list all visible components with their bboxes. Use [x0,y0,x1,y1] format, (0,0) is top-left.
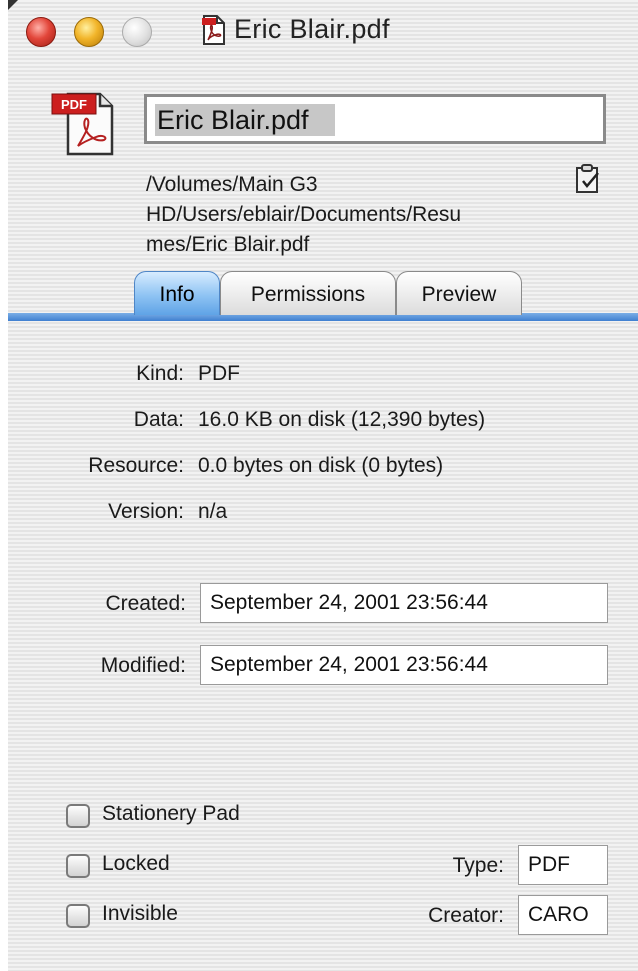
modified-field[interactable]: September 24, 2001 23:56:44 [200,645,608,685]
creator-field[interactable]: CARO [518,895,608,935]
invisible-label: Invisible [102,902,178,925]
pdf-document-icon[interactable]: PDF [50,90,120,158]
data-label: Data: [133,408,184,431]
invisible-checkbox[interactable] [66,904,90,928]
tab-info[interactable]: Info [134,271,220,315]
version-label: Version: [108,500,184,523]
created-label: Created: [105,592,186,615]
modified-label: Modified: [100,654,186,677]
kind-label: Kind: [136,362,184,385]
locked-checkbox[interactable] [66,854,90,878]
path-line: mes/Eric Blair.pdf [146,233,310,256]
close-button-icon[interactable] [26,17,56,47]
get-info-window: Eric Blair.pdf PDF /Volumes/Main G3 HD/U… [8,0,638,971]
window-title: Eric Blair.pdf [234,14,390,44]
clipboard-icon[interactable] [574,163,602,195]
type-label: Type: [452,854,504,877]
pdf-badge-text: PDF [61,97,87,112]
title-bar[interactable]: Eric Blair.pdf [8,0,638,62]
tab-preview[interactable]: Preview [396,271,522,315]
path-line: HD/Users/eblair/Documents/Resu [146,203,462,226]
path-line: /Volumes/Main G3 [146,173,318,196]
resource-value: 0.0 bytes on disk (0 bytes) [198,454,444,477]
created-field[interactable]: September 24, 2001 23:56:44 [200,583,608,623]
file-name-field[interactable] [144,94,606,144]
resource-label: Resource: [88,454,184,477]
stationery-pad-label: Stationery Pad [102,802,240,825]
minimize-button-icon[interactable] [74,17,104,47]
type-field[interactable]: PDF [518,845,608,885]
kind-value: PDF [198,362,240,385]
zoom-button-icon[interactable] [122,17,152,47]
stationery-pad-checkbox[interactable] [66,804,90,828]
creator-label: Creator: [428,904,504,927]
locked-label: Locked [102,852,170,875]
tab-permissions[interactable]: Permissions [220,271,396,315]
title-pdf-icon [202,15,225,45]
data-value: 16.0 KB on disk (12,390 bytes) [198,408,486,431]
version-value: n/a [198,500,228,523]
file-path: /Volumes/Main G3 HD/Users/eblair/Documen… [146,170,546,260]
file-name-input[interactable] [157,103,587,137]
